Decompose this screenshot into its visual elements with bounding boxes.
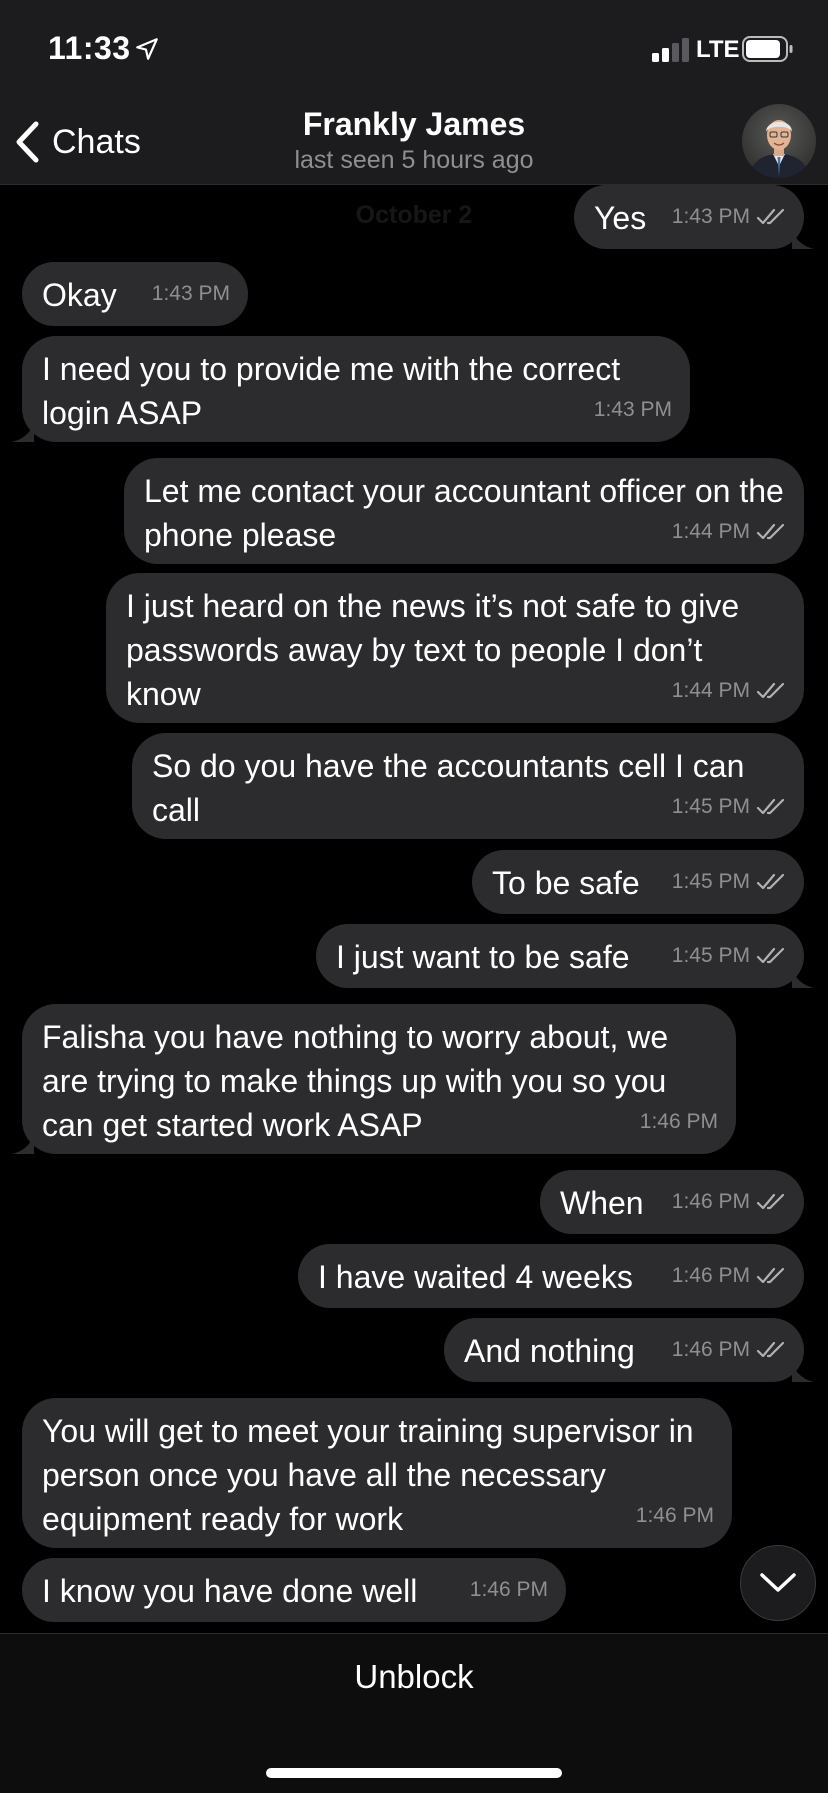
last-seen-status: last seen 5 hours ago	[294, 146, 534, 174]
message-time: 1:44 PM	[671, 520, 750, 543]
message-text: To be safe	[492, 865, 640, 901]
message-text: I know you have done well	[42, 1573, 418, 1609]
message-meta: 1:43 PM	[152, 272, 230, 316]
unblock-button[interactable]: Unblock	[0, 1658, 828, 1696]
read-checkmarks-icon	[756, 798, 785, 815]
message-meta: 1:45 PM	[672, 785, 788, 829]
message-time: 1:43 PM	[593, 398, 672, 421]
chat-header: Chats Frankly James last seen 5 hours ag…	[0, 100, 828, 185]
message-time: 1:43 PM	[151, 282, 230, 305]
bubble-tail	[792, 966, 814, 988]
message-text: And nothing	[464, 1333, 635, 1369]
message-meta: 1:46 PM	[640, 1100, 718, 1144]
read-checkmarks-icon	[756, 1193, 785, 1210]
message-meta: 1:45 PM	[672, 860, 788, 904]
incoming-message[interactable]: You will get to meet your training super…	[22, 1398, 732, 1548]
message-time: 1:46 PM	[635, 1504, 714, 1527]
message-text: I just want to be safe	[336, 939, 630, 975]
message-time: 1:46 PM	[671, 1338, 750, 1361]
message-meta: 1:44 PM	[672, 510, 788, 554]
outgoing-message[interactable]: To be safe 1:45 PM	[472, 850, 804, 914]
contact-avatar[interactable]	[742, 104, 816, 178]
message-meta: 1:44 PM	[672, 669, 788, 713]
message-time: 1:46 PM	[671, 1190, 750, 1213]
incoming-message[interactable]: I know you have done well 1:46 PM	[22, 1558, 566, 1622]
location-arrow-icon	[136, 38, 158, 60]
bubble-tail	[12, 1132, 34, 1154]
outgoing-message[interactable]: I just heard on the news it’s not safe t…	[106, 573, 804, 723]
network-label: LTE	[696, 36, 740, 63]
message-text: Okay	[42, 277, 117, 313]
outgoing-message[interactable]: Yes 1:43 PM	[574, 185, 814, 249]
read-checkmarks-icon	[756, 208, 785, 225]
message-meta: 1:46 PM	[470, 1568, 548, 1612]
message-meta: 1:43 PM	[594, 388, 672, 432]
scroll-to-bottom-button[interactable]	[740, 1545, 816, 1621]
message-meta: 1:46 PM	[636, 1494, 714, 1538]
message-time: 1:45 PM	[671, 795, 750, 818]
outgoing-message[interactable]: And nothing 1:46 PM	[444, 1318, 814, 1382]
outgoing-message[interactable]: So do you have the accountants cell I ca…	[132, 733, 804, 839]
read-checkmarks-icon	[756, 523, 785, 540]
incoming-message[interactable]: Okay 1:43 PM	[22, 262, 248, 326]
message-time: 1:46 PM	[671, 1264, 750, 1287]
message-meta: 1:45 PM	[672, 934, 788, 978]
bubble-tail	[792, 227, 814, 249]
message-meta: 1:46 PM	[672, 1254, 788, 1298]
message-time: 1:46 PM	[639, 1110, 718, 1133]
read-checkmarks-icon	[756, 873, 785, 890]
message-text: Falisha you have nothing to worry about,…	[42, 1019, 669, 1143]
signal-icon	[652, 38, 689, 62]
message-text: I just heard on the news it’s not safe t…	[126, 588, 740, 712]
read-checkmarks-icon	[756, 682, 785, 699]
outgoing-message[interactable]: I have waited 4 weeks 1:46 PM	[298, 1244, 804, 1308]
bubble-tail	[792, 1360, 814, 1382]
avatar-image	[742, 104, 816, 178]
outgoing-message[interactable]: When 1:46 PM	[540, 1170, 804, 1234]
message-time: 1:46 PM	[469, 1578, 548, 1601]
home-indicator[interactable]	[266, 1768, 562, 1778]
status-bar: 11:33 LTE	[0, 0, 828, 100]
message-time: 1:43 PM	[671, 205, 750, 228]
read-checkmarks-icon	[756, 947, 785, 964]
read-checkmarks-icon	[756, 1341, 785, 1358]
message-text: You will get to meet your training super…	[42, 1413, 694, 1537]
message-meta: 1:46 PM	[672, 1328, 788, 1372]
read-checkmarks-icon	[756, 1267, 785, 1284]
message-text: I need you to provide me with the correc…	[42, 351, 621, 431]
incoming-message[interactable]: Falisha you have nothing to worry about,…	[12, 1004, 736, 1154]
outgoing-message[interactable]: Let me contact your accountant officer o…	[124, 458, 804, 564]
bottom-bar: Unblock	[0, 1633, 828, 1793]
message-time: 1:45 PM	[671, 870, 750, 893]
incoming-message[interactable]: I need you to provide me with the correc…	[12, 336, 690, 442]
message-time: 1:45 PM	[671, 944, 750, 967]
outgoing-message[interactable]: I just want to be safe 1:45 PM	[316, 924, 814, 988]
message-text: Yes	[594, 200, 647, 236]
message-time: 1:44 PM	[671, 679, 750, 702]
chevron-down-icon	[760, 1573, 796, 1592]
message-meta: 1:43 PM	[672, 195, 788, 239]
message-text: So do you have the accountants cell I ca…	[152, 748, 745, 828]
battery-icon	[742, 36, 793, 62]
contact-name[interactable]: Frankly James	[0, 106, 828, 143]
status-time: 11:33	[48, 30, 131, 66]
message-text: I have waited 4 weeks	[318, 1259, 633, 1295]
message-meta: 1:46 PM	[672, 1180, 788, 1224]
bubble-tail	[12, 420, 34, 442]
message-text: When	[560, 1185, 644, 1221]
chat-message-list[interactable]: October 2 Yes 1:43 PM Okay 1:43 PM I nee…	[0, 185, 828, 1633]
